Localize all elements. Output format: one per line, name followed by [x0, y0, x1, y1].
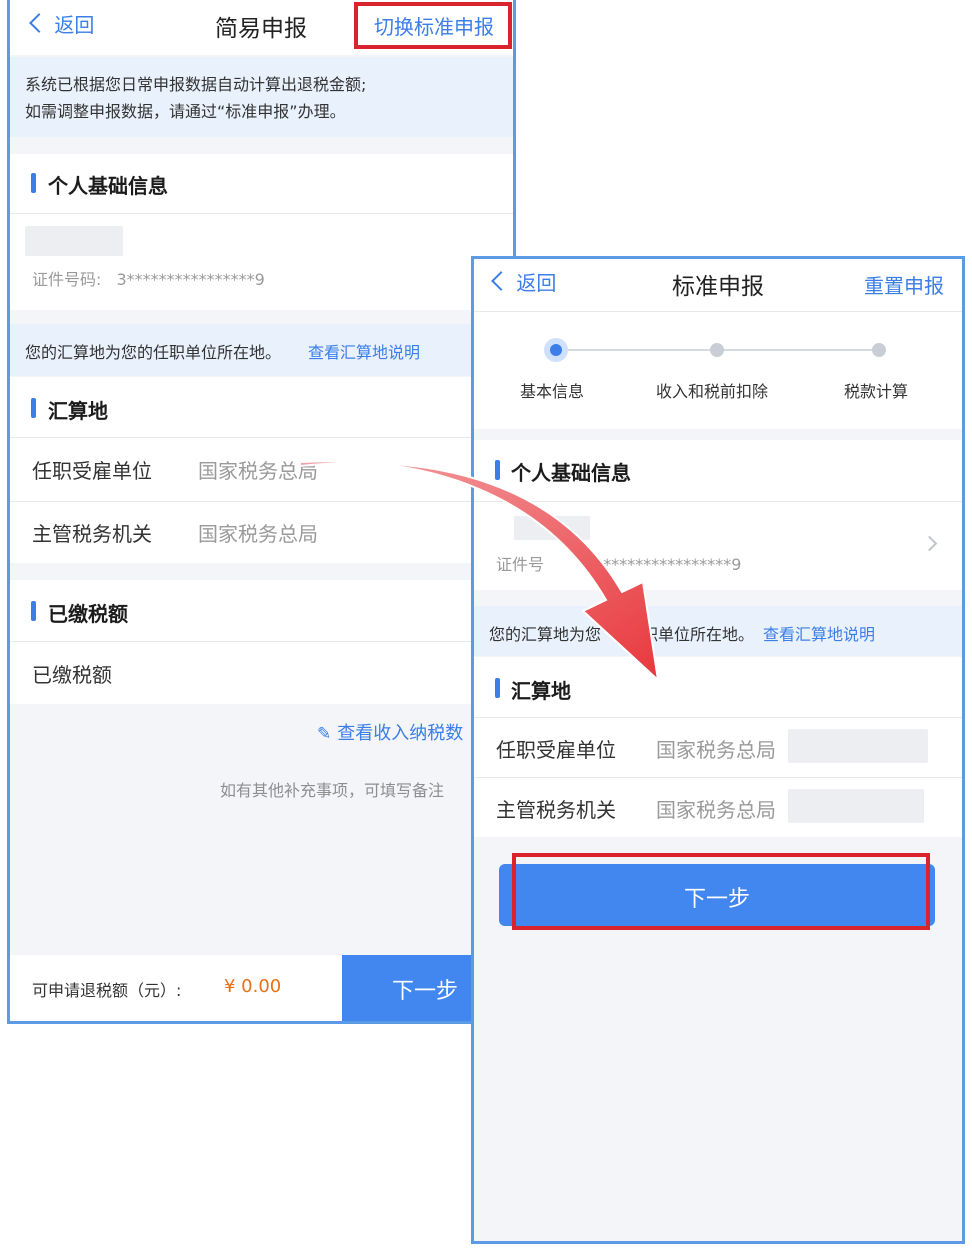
edit-note-icon: ✎ [317, 724, 332, 744]
divider [474, 777, 962, 778]
chevron-left-icon [491, 271, 511, 291]
standard-declaration-screen: 返回 标准申报 重置申报 基本信息 收入和税前扣除 税款计算 个人基础信息 证件… [471, 256, 965, 1244]
location-notice-text-a: 您的汇算地为您 [489, 625, 602, 644]
id-value: 3****************9 [116, 270, 265, 289]
refund-summary: 可申请退税额（元）: ¥ 0.00 [10, 955, 342, 1021]
personal-info-title: 个人基础信息 [511, 461, 631, 485]
back-label: 返回 [516, 271, 557, 295]
location-help-link[interactable]: 查看汇算地说明 [763, 621, 875, 645]
employer-redacted [788, 729, 928, 763]
location-card: 汇算地 任职受雇单位 国家税务总局 主管税务机关 国家税务总局 [10, 377, 513, 563]
page-title: 简易申报 [215, 16, 307, 42]
employer-value[interactable]: 国家税务总局 [656, 734, 776, 763]
highlight-box [512, 853, 930, 930]
step-2-dot [710, 343, 724, 357]
id-label: 证件号 [496, 555, 545, 574]
simple-declaration-screen: 返回 简易申报 切换标准申报 系统已根据您日常申报数据自动计算出退税金额; 如需… [7, 0, 516, 1024]
section-marker [31, 398, 36, 418]
divider [10, 501, 513, 502]
step-3-dot [872, 343, 886, 357]
name-redacted [514, 516, 590, 540]
reset-button[interactable]: 重置申报 [864, 270, 944, 299]
back-label: 返回 [54, 13, 95, 37]
auto-calc-notice: 系统已根据您日常申报数据自动计算出退税金额; 如需调整申报数据，请通过“标准申报… [10, 57, 513, 137]
id-number[interactable]: 证件号 3****************9 [496, 551, 741, 575]
chevron-right-icon[interactable] [921, 535, 938, 552]
divider [474, 501, 962, 502]
id-label: 证件号码: [32, 270, 102, 289]
divider [10, 437, 513, 438]
paid-tax-title: 已缴税额 [48, 602, 128, 626]
personal-info-title: 个人基础信息 [48, 174, 168, 198]
id-value: 3****************9 [593, 555, 742, 574]
personal-info-card: 个人基础信息 证件号 3****************9 [474, 440, 962, 590]
step-connector [722, 349, 876, 351]
location-card: 汇算地 任职受雇单位 国家税务总局 主管税务机关 国家税务总局 [474, 657, 962, 837]
next-label: 下一步 [392, 979, 459, 1004]
back-button[interactable]: 返回 [491, 268, 557, 298]
back-button[interactable]: 返回 [29, 10, 95, 40]
step-1-dot [544, 338, 568, 362]
location-notice-text: 您的汇算地为您的任职单位所在地。 [25, 343, 282, 362]
employer-value[interactable]: 国家税务总局 [198, 455, 318, 484]
view-income-label: 查看收入纳税数 [337, 723, 464, 744]
name-redacted [25, 226, 123, 256]
location-notice: 您的汇算地为您的任职单位所在地。 查看汇算地说明 [10, 324, 513, 376]
step-connector [560, 349, 712, 351]
tax-office-redacted [788, 789, 924, 823]
section-marker [31, 173, 36, 193]
progress-stepper: 基本信息 收入和税前扣除 税款计算 [474, 312, 962, 429]
employer-label: 任职受雇单位 [32, 459, 152, 483]
divider [474, 717, 962, 718]
personal-info-card: 个人基础信息 证件号码: 3****************9 [10, 154, 513, 310]
divider [10, 641, 513, 642]
location-notice-text-b: 职单位所在地。 [642, 625, 755, 644]
refund-label: 可申请退税额（元）: [32, 981, 182, 1000]
id-number[interactable]: 证件号码: 3****************9 [32, 266, 265, 290]
remark-hint: 如有其他补充事项，可填写备注 [220, 781, 445, 800]
step-2-label: 收入和税前扣除 [656, 382, 769, 401]
location-section-title: 汇算地 [48, 399, 108, 423]
step-3-label: 税款计算 [844, 382, 909, 401]
page-title: 标准申报 [672, 274, 764, 300]
location-help-link[interactable]: 查看汇算地说明 [308, 339, 420, 363]
tax-office-value[interactable]: 国家税务总局 [656, 794, 776, 823]
tax-office-label: 主管税务机关 [496, 798, 616, 822]
highlight-box [354, 2, 512, 49]
section-marker [495, 678, 500, 698]
chevron-left-icon [29, 13, 49, 33]
paid-tax-card: 已缴税额 已缴税额 [10, 580, 513, 704]
refund-amount: ¥ 0.00 [224, 976, 282, 997]
employer-label: 任职受雇单位 [496, 738, 616, 762]
section-marker [31, 601, 36, 621]
view-income-link[interactable]: ✎ 查看收入纳税数 [317, 719, 463, 745]
step-1-label: 基本信息 [520, 382, 585, 401]
tax-office-label: 主管税务机关 [32, 522, 152, 546]
paid-tax-label: 已缴税额 [32, 663, 112, 687]
notice-line-1: 系统已根据您日常申报数据自动计算出退税金额; [25, 75, 367, 94]
notice-line-2: 如需调整申报数据，请通过“标准申报”办理。 [25, 102, 346, 121]
section-marker [495, 460, 500, 480]
tax-office-value[interactable]: 国家税务总局 [198, 518, 318, 547]
divider [10, 213, 513, 214]
location-notice: 您的汇算地为您 职单位所在地。 查看汇算地说明 [474, 606, 962, 656]
location-section-title: 汇算地 [511, 679, 571, 703]
